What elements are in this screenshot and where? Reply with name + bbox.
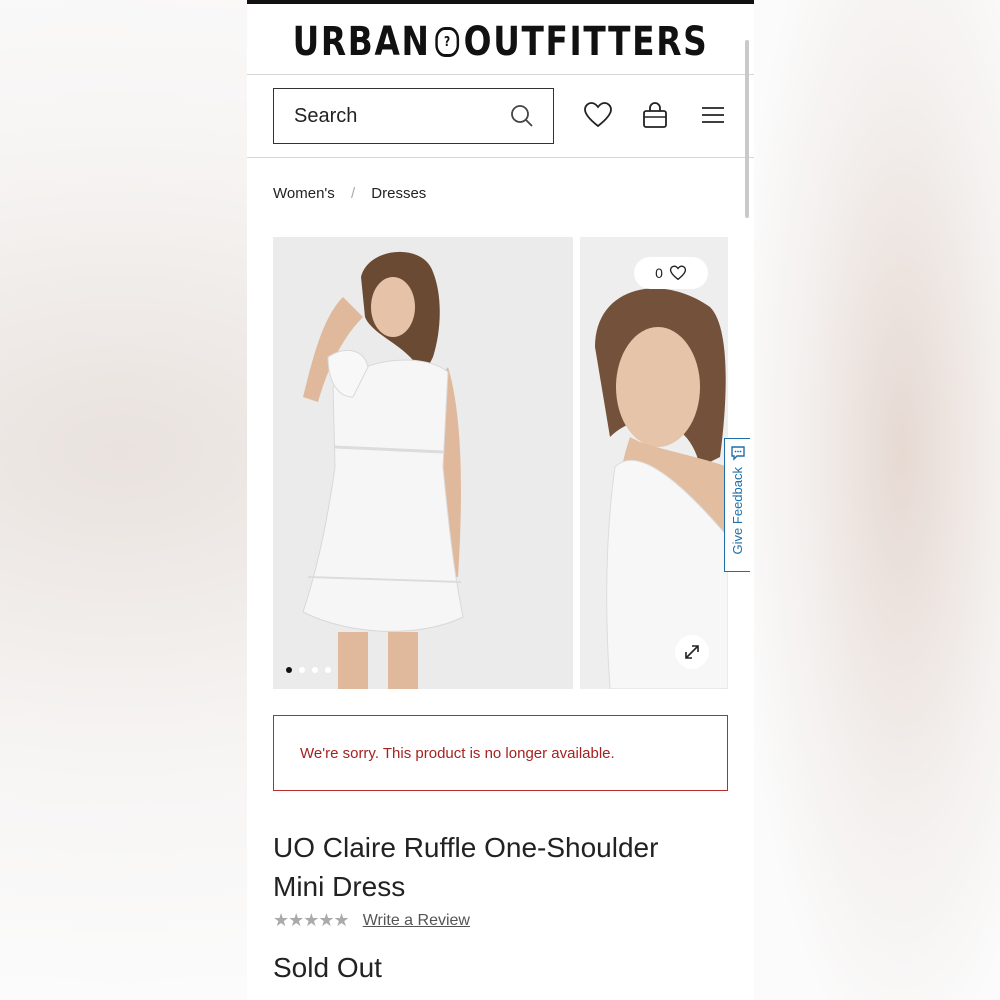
rating-row: ★★★★★ Write a Review [273, 910, 470, 931]
product-image-secondary[interactable]: 0 [580, 237, 728, 689]
favorite-count: 0 [655, 265, 663, 281]
logo-word-right: OUTFITTERS [463, 19, 709, 65]
site-logo[interactable]: URBAN ? OUTFITTERS [293, 14, 709, 70]
expand-image-button[interactable] [675, 635, 709, 669]
write-review-link[interactable]: Write a Review [363, 912, 470, 930]
unavailable-alert: We're sorry. This product is no longer a… [273, 715, 728, 791]
divider [247, 157, 754, 158]
breadcrumb: Women's / Dresses [273, 185, 426, 202]
alert-message: We're sorry. This product is no longer a… [300, 744, 615, 762]
menu-icon[interactable] [698, 100, 728, 130]
carousel-dots [286, 667, 331, 673]
stock-status: Sold Out [273, 952, 382, 983]
heart-icon [669, 265, 687, 281]
product-image-main[interactable] [273, 237, 573, 689]
logo-word-left: URBAN [292, 19, 431, 65]
breadcrumb-separator: / [350, 185, 356, 202]
background-blur-right [754, 0, 1000, 1000]
product-title: UO Claire Ruffle One-Shoulder Mini Dress [273, 832, 659, 902]
give-feedback-label: Give Feedback [730, 467, 745, 555]
divider [247, 74, 754, 75]
search-input[interactable]: Search [273, 88, 554, 144]
expand-icon [685, 645, 699, 659]
favorite-count-button[interactable]: 0 [634, 257, 708, 289]
carousel-dot[interactable] [325, 667, 331, 673]
search-placeholder: Search [294, 104, 358, 127]
breadcrumb-dresses[interactable]: Dresses [371, 185, 426, 202]
heart-icon[interactable] [583, 100, 613, 130]
give-feedback-tab[interactable]: Give Feedback [724, 438, 750, 572]
logo-badge: ? [435, 27, 459, 57]
status-bar [247, 0, 754, 4]
search-icon[interactable] [509, 103, 535, 129]
carousel-dot[interactable] [312, 667, 318, 673]
star-rating: ★★★★★ [273, 910, 350, 930]
model-photo-full [273, 237, 573, 689]
phone-screen: URBAN ? OUTFITTERS Search Women's / Dres… [247, 0, 754, 1000]
bag-icon[interactable] [640, 100, 670, 130]
scrollbar[interactable] [745, 40, 749, 218]
breadcrumb-womens[interactable]: Women's [273, 185, 335, 202]
model-photo-closeup [580, 237, 728, 689]
chat-bubble-icon [730, 446, 745, 461]
carousel-dot-active[interactable] [286, 667, 292, 673]
carousel-dot[interactable] [299, 667, 305, 673]
